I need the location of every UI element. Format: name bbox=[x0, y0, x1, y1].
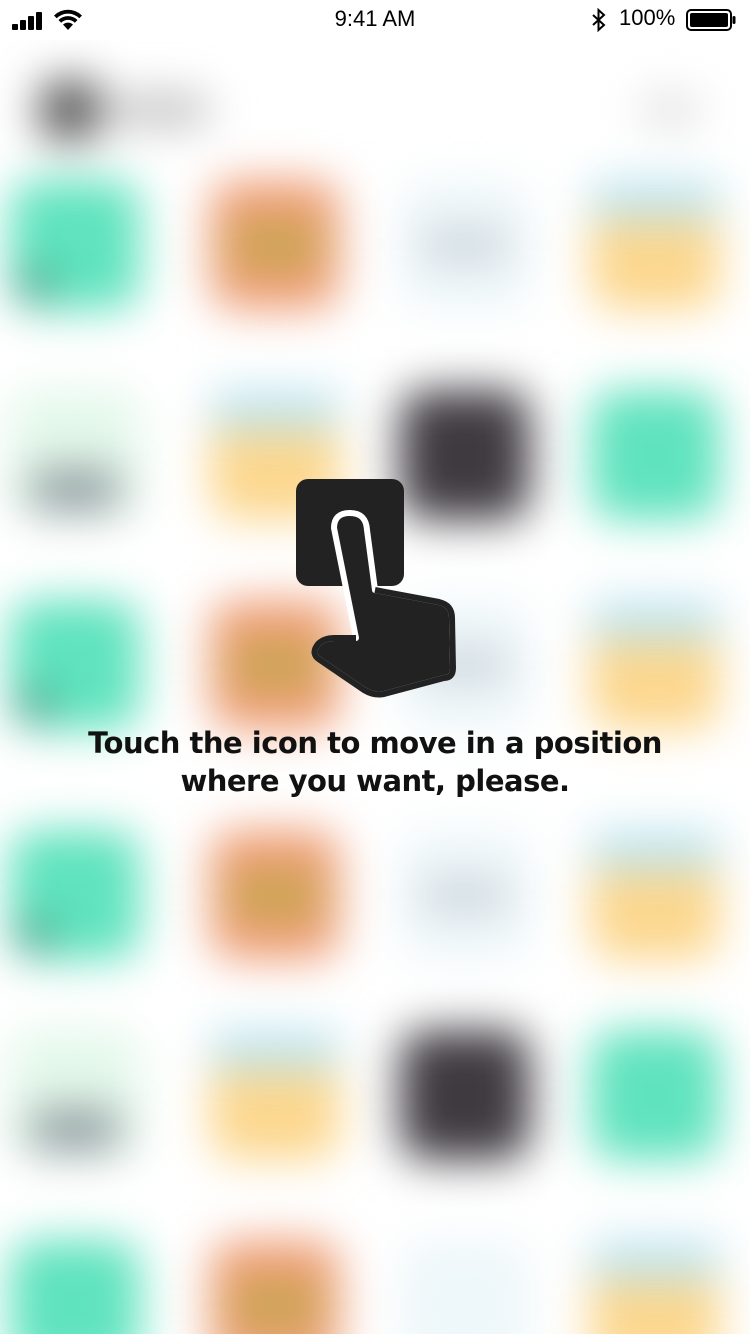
bluetooth-icon bbox=[592, 8, 606, 32]
app-tile bbox=[10, 1240, 140, 1334]
app-tile bbox=[210, 830, 340, 960]
app-tile bbox=[590, 1030, 720, 1160]
app-tile bbox=[400, 1030, 530, 1160]
instruction-text: Touch the icon to move in a position whe… bbox=[60, 724, 690, 800]
app-tile bbox=[210, 1240, 340, 1334]
app-tile bbox=[590, 180, 720, 310]
app-tile bbox=[400, 830, 530, 960]
app-tile bbox=[10, 1030, 140, 1160]
app-tile bbox=[590, 1240, 720, 1334]
app-tile bbox=[400, 1240, 530, 1334]
app-tile bbox=[590, 390, 720, 520]
instruction-line-1: Touch the icon to move in a position bbox=[88, 726, 662, 760]
header-action-blob bbox=[640, 95, 700, 125]
battery-icon bbox=[686, 9, 736, 31]
instruction-line-2: where you want, please. bbox=[180, 764, 570, 798]
battery-percent: 100% bbox=[619, 5, 676, 30]
app-tile bbox=[590, 830, 720, 960]
header-title-blob bbox=[110, 95, 210, 125]
hand-tap-icon bbox=[296, 479, 456, 698]
tutorial-screen: 9:41 AM 100% Touch the icon to move in a… bbox=[0, 0, 750, 1334]
header-avatar bbox=[40, 80, 100, 140]
app-tile bbox=[10, 830, 140, 960]
app-tile bbox=[10, 180, 140, 310]
app-tile bbox=[590, 600, 720, 730]
app-tile bbox=[10, 390, 140, 520]
app-tile bbox=[10, 600, 140, 730]
app-tile bbox=[210, 180, 340, 310]
app-tile bbox=[210, 1030, 340, 1160]
app-tile bbox=[400, 180, 530, 310]
status-bar: 9:41 AM 100% bbox=[0, 0, 750, 40]
